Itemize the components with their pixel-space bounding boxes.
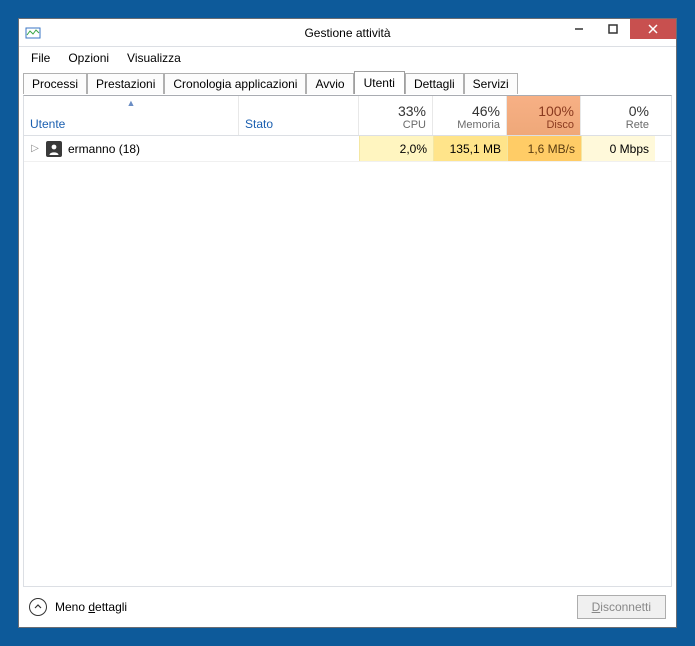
empty-area bbox=[24, 162, 671, 586]
sort-ascending-icon: ▲ bbox=[127, 98, 136, 108]
fewer-details-icon[interactable] bbox=[29, 598, 47, 616]
header-disk-label: Disco bbox=[546, 119, 574, 131]
user-icon bbox=[46, 141, 62, 157]
content-area: ▲ Utente Stato 33% CPU 46% Memoria 100% … bbox=[23, 95, 672, 587]
header-cpu-pct: 33% bbox=[398, 103, 426, 119]
maximize-button[interactable] bbox=[596, 19, 630, 39]
disconnect-button[interactable]: Disconnetti bbox=[577, 595, 666, 619]
menu-options[interactable]: Opzioni bbox=[60, 49, 117, 67]
header-mem-label: Memoria bbox=[457, 119, 500, 131]
column-headers: ▲ Utente Stato 33% CPU 46% Memoria 100% … bbox=[24, 96, 671, 136]
table-row[interactable]: ▷ ermanno (18) 2,0% 135,1 MB 1,6 MB/s 0 … bbox=[24, 136, 671, 162]
close-button[interactable] bbox=[630, 19, 676, 39]
task-manager-window: Gestione attività File Opzioni Visualizz… bbox=[18, 18, 677, 628]
header-disk-pct: 100% bbox=[538, 103, 574, 119]
fewer-details-label[interactable]: Meno dettagli bbox=[55, 600, 127, 614]
menu-view[interactable]: Visualizza bbox=[119, 49, 189, 67]
expand-icon[interactable]: ▷ bbox=[30, 143, 40, 154]
tab-details[interactable]: Dettagli bbox=[405, 73, 464, 94]
cell-network: 0 Mbps bbox=[581, 136, 655, 161]
header-user[interactable]: ▲ Utente bbox=[24, 96, 239, 135]
user-name-label: ermanno (18) bbox=[68, 142, 140, 156]
header-memory[interactable]: 46% Memoria bbox=[433, 96, 507, 135]
app-icon bbox=[25, 25, 41, 41]
titlebar[interactable]: Gestione attività bbox=[19, 19, 676, 47]
cell-disk: 1,6 MB/s bbox=[507, 136, 581, 161]
cell-memory: 135,1 MB bbox=[433, 136, 507, 161]
menu-file[interactable]: File bbox=[23, 49, 58, 67]
header-disk[interactable]: 100% Disco bbox=[507, 96, 581, 135]
header-state[interactable]: Stato bbox=[239, 96, 359, 135]
header-user-label: Utente bbox=[30, 117, 232, 131]
header-cpu-label: CPU bbox=[403, 119, 426, 131]
header-state-label: Stato bbox=[245, 117, 352, 131]
tab-users[interactable]: Utenti bbox=[354, 71, 405, 94]
header-mem-pct: 46% bbox=[472, 103, 500, 119]
cell-cpu: 2,0% bbox=[359, 136, 433, 161]
minimize-button[interactable] bbox=[562, 19, 596, 39]
cell-user: ▷ ermanno (18) bbox=[24, 136, 239, 161]
header-net-pct: 0% bbox=[629, 103, 649, 119]
header-net-label: Rete bbox=[626, 119, 649, 131]
tab-startup[interactable]: Avvio bbox=[306, 73, 353, 94]
menubar: File Opzioni Visualizza bbox=[19, 47, 676, 69]
header-cpu[interactable]: 33% CPU bbox=[359, 96, 433, 135]
header-network[interactable]: 0% Rete bbox=[581, 96, 655, 135]
cell-state bbox=[239, 136, 359, 161]
tab-performance[interactable]: Prestazioni bbox=[87, 73, 164, 94]
tab-row: Processi Prestazioni Cronologia applicaz… bbox=[19, 71, 676, 95]
tab-processes[interactable]: Processi bbox=[23, 73, 87, 94]
tab-services[interactable]: Servizi bbox=[464, 73, 518, 94]
tab-app-history[interactable]: Cronologia applicazioni bbox=[164, 73, 306, 94]
footer: Meno dettagli Disconnetti bbox=[19, 587, 676, 627]
